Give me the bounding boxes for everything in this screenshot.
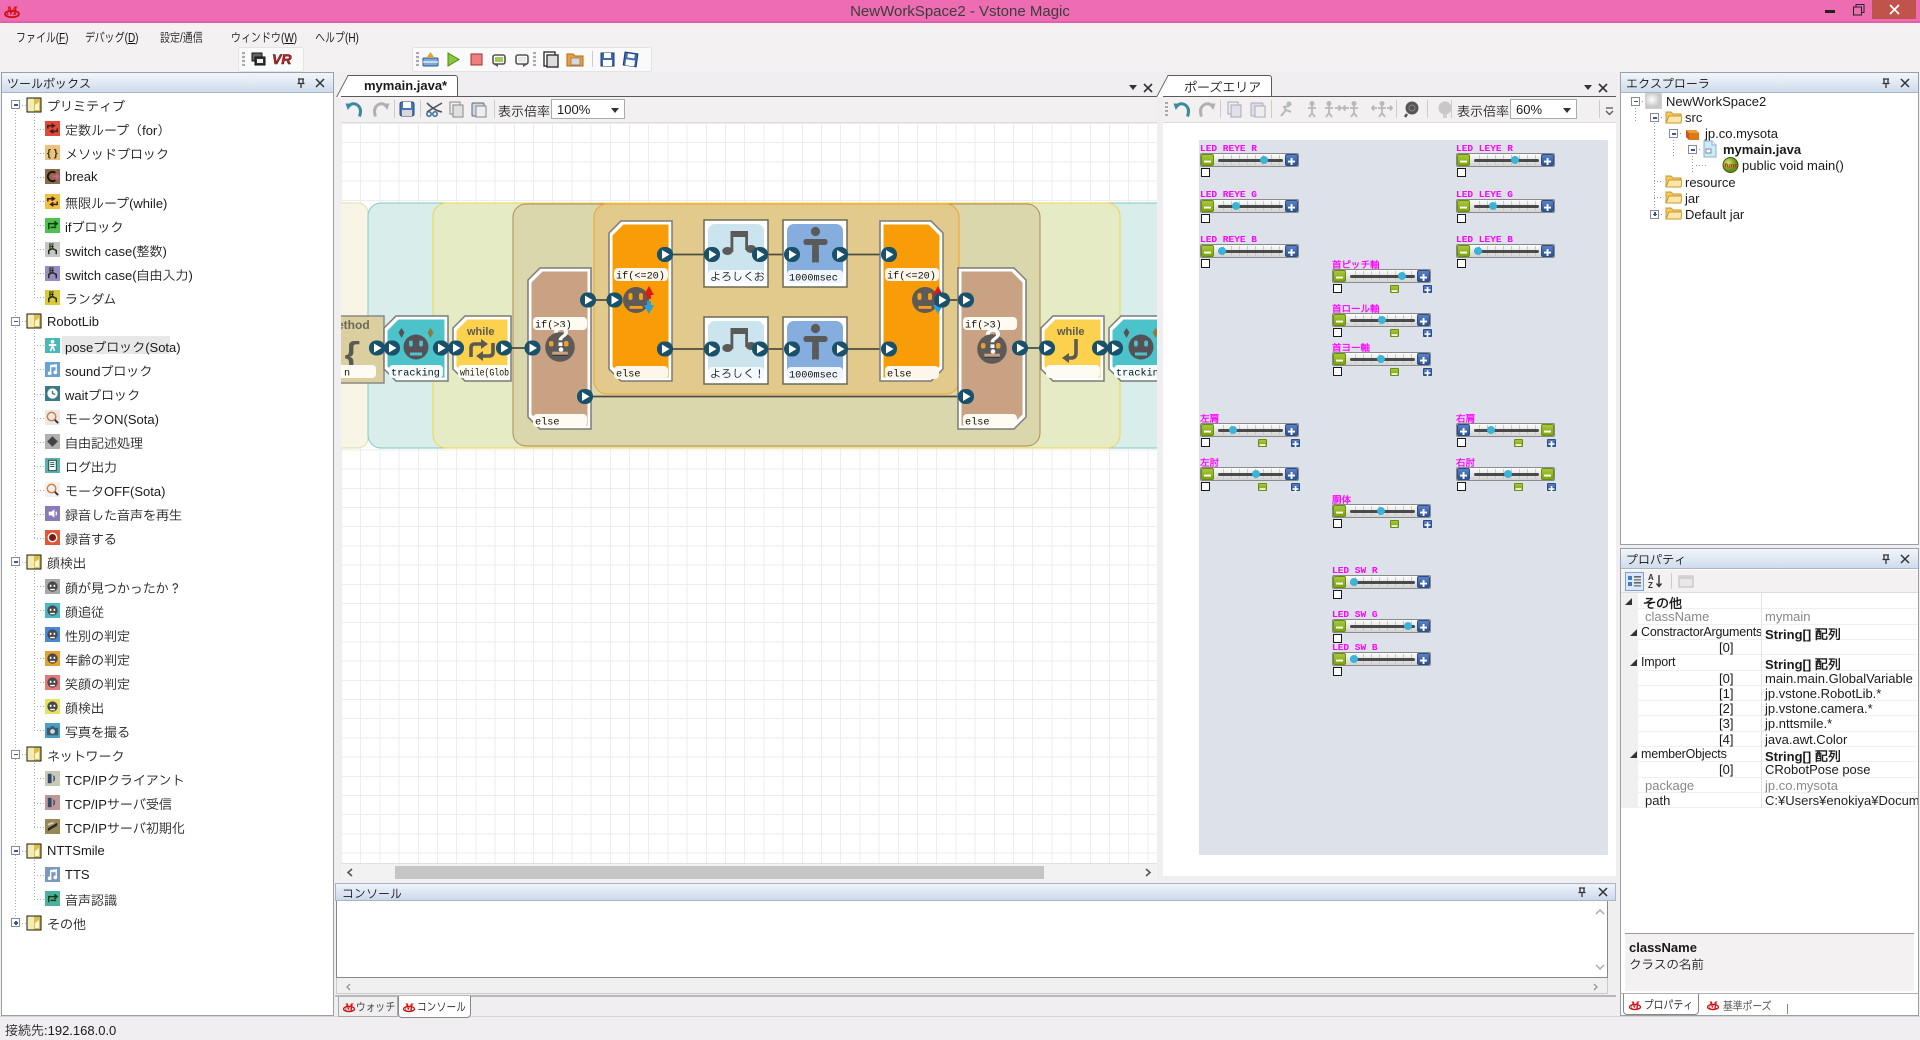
svg-text:E: E — [49, 242, 55, 252]
svg-text:while(Glob: while(Glob — [460, 368, 509, 380]
svg-text:tracking: tracking — [391, 368, 440, 380]
svg-text:func: func — [1725, 163, 1739, 170]
svg-text:?: ? — [553, 321, 570, 352]
svg-text:M: M — [344, 1003, 355, 1014]
svg-text:M: M — [1708, 1001, 1719, 1012]
svg-text:E: E — [49, 290, 55, 300]
svg-text:n: n — [344, 369, 350, 380]
svg-text:else: else — [616, 369, 640, 381]
svg-text:M: M — [404, 1003, 415, 1014]
svg-text:1000msec: 1000msec — [789, 371, 838, 382]
svg-text:よろしく！: よろしく！ — [710, 369, 765, 382]
svg-text:tracking: tracking — [1116, 368, 1157, 380]
svg-text:else: else — [535, 417, 559, 429]
svg-text:{ }: { } — [47, 149, 58, 160]
svg-text:ethod: ethod — [341, 318, 370, 332]
svg-text:VR: VR — [272, 51, 292, 67]
svg-text:Z: Z — [1648, 581, 1653, 590]
svg-text:M: M — [1630, 1001, 1641, 1012]
svg-text:1000msec: 1000msec — [789, 274, 838, 285]
svg-text:else: else — [887, 369, 911, 381]
svg-text:?: ? — [985, 323, 1002, 354]
svg-text:while: while — [1056, 326, 1085, 338]
svg-text:else: else — [965, 417, 989, 429]
svg-text:if(<=20): if(<=20) — [616, 271, 665, 283]
svg-text:if(<=20): if(<=20) — [887, 271, 936, 283]
svg-text:while: while — [466, 326, 495, 338]
svg-text:E: E — [49, 266, 55, 276]
svg-text:よろしくお: よろしくお — [710, 272, 765, 285]
